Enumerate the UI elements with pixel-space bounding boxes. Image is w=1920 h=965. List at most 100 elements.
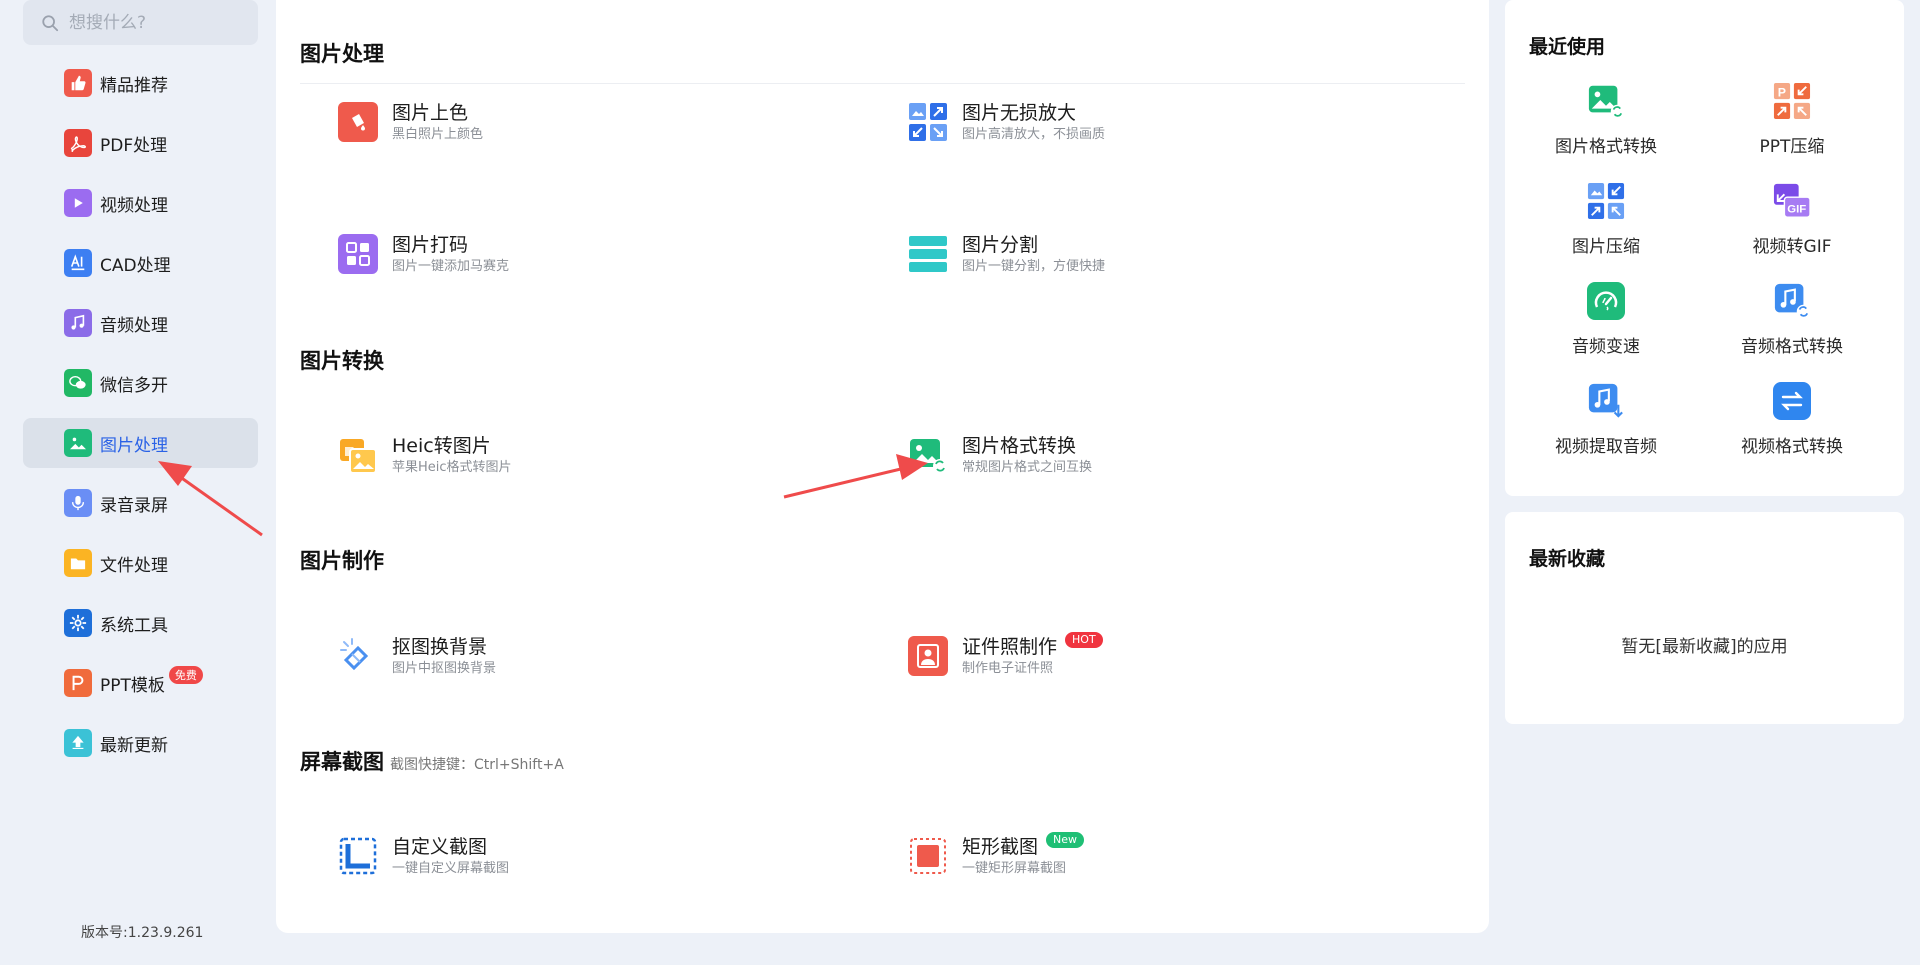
svg-text:P: P: [1778, 85, 1786, 99]
tool-desc: 一键矩形屏幕截图: [962, 861, 1067, 876]
tool-custom-screenshot[interactable]: 自定义截图 一键自定义屏幕截图: [338, 834, 509, 878]
music-note-icon: [64, 309, 92, 337]
sidebar: 精品推荐 PDF处理 视频处理 CAD处理 音频处理: [0, 0, 276, 965]
recent-item-video-format-convert[interactable]: 视频格式转换: [1699, 382, 1885, 457]
ppt-compress-icon: P: [1773, 82, 1811, 120]
sidebar-item-label: 图片处理: [100, 435, 168, 456]
sidebar-item-wechat[interactable]: 微信多开: [23, 358, 258, 408]
recent-item-label: 视频格式转换: [1741, 437, 1843, 457]
tool-image-colorize[interactable]: 图片上色 黑白照片上颜色: [338, 100, 483, 144]
recent-item-image-convert[interactable]: 图片格式转换: [1513, 82, 1699, 157]
pdf-icon: [64, 129, 92, 157]
recent-item-label: 音频变速: [1572, 337, 1640, 357]
sidebar-item-featured[interactable]: 精品推荐: [23, 58, 258, 108]
tool-name: 图片格式转换: [962, 435, 1077, 457]
gif-icon: GIF: [1773, 182, 1811, 220]
tool-desc: 图片高清放大，不损画质: [962, 127, 1106, 142]
recent-item-audio-speed[interactable]: 音频变速: [1513, 282, 1699, 357]
version-label: 版本号:1.23.9.261: [81, 925, 204, 941]
cutout-icon: [338, 636, 378, 676]
sidebar-item-image[interactable]: 图片处理: [23, 418, 258, 468]
split-rows-icon: [908, 234, 948, 274]
free-badge: 免费: [168, 666, 203, 684]
section-divider: [300, 83, 1465, 84]
hot-badge: HOT: [1065, 632, 1103, 648]
main-panel: 图片处理 图片上色 黑白照片上颜色 图片无损放大 图片高清放大，不损画质 图片打…: [276, 0, 1489, 933]
recent-item-ppt-compress[interactable]: P PPT压缩: [1699, 82, 1885, 157]
sidebar-item-updates[interactable]: 最新更新: [23, 718, 258, 768]
recent-item-label: 图片压缩: [1572, 237, 1640, 257]
extract-audio-icon: [1587, 382, 1625, 420]
sidebar-item-label: 音频处理: [100, 315, 168, 336]
recent-item-label: 视频提取音频: [1555, 437, 1657, 457]
image-convert-icon: [908, 435, 948, 475]
tool-desc: 苹果Heic格式转图片: [392, 460, 512, 475]
svg-text:GIF: GIF: [1787, 203, 1806, 215]
thumbs-up-icon: [64, 69, 92, 97]
recent-title: 最近使用: [1529, 36, 1606, 58]
sidebar-item-pdf[interactable]: PDF处理: [23, 118, 258, 168]
recent-item-label: 图片格式转换: [1555, 137, 1657, 157]
recent-item-video-to-gif[interactable]: GIF 视频转GIF: [1699, 182, 1885, 257]
tool-desc: 制作电子证件照: [962, 661, 1054, 676]
sidebar-nav: 精品推荐 PDF处理 视频处理 CAD处理 音频处理 微信多开 图片处理 录音录…: [23, 58, 258, 778]
recent-item-label: 视频转GIF: [1752, 237, 1832, 257]
tool-image-split[interactable]: 图片分割 图片一键分割，方便快捷: [908, 232, 1105, 276]
tool-name: 图片上色: [392, 102, 469, 124]
tool-name: 图片无损放大: [962, 102, 1077, 124]
swap-arrows-icon: [1773, 382, 1811, 420]
sidebar-item-label: 文件处理: [100, 555, 168, 576]
sidebar-item-label: 系统工具: [100, 615, 168, 636]
sidebar-item-video[interactable]: 视频处理: [23, 178, 258, 228]
tool-desc: 黑白照片上颜色: [392, 127, 484, 142]
tool-image-format-convert[interactable]: 图片格式转换 常规图片格式之间互换: [908, 433, 1092, 477]
recent-item-label: 音频格式转换: [1741, 337, 1843, 357]
favorites-empty-text: 暂无[最新收藏]的应用: [1621, 637, 1788, 657]
cad-icon: [64, 249, 92, 277]
tool-name: 图片分割: [962, 234, 1039, 256]
sidebar-item-cad[interactable]: CAD处理: [23, 238, 258, 288]
sidebar-item-label: 最新更新: [100, 735, 168, 756]
recent-item-image-compress[interactable]: 图片压缩: [1513, 182, 1699, 257]
sidebar-item-file[interactable]: 文件处理: [23, 538, 258, 588]
tool-rect-screenshot[interactable]: 矩形截图 New 一键矩形屏幕截图: [908, 832, 1085, 878]
tool-name: 自定义截图: [392, 836, 488, 858]
tool-id-photo[interactable]: 证件照制作 HOT 制作电子证件照: [908, 632, 1103, 678]
tool-name: Heic转图片: [392, 435, 491, 457]
tool-name: 证件照制作 HOT: [962, 632, 1103, 660]
sidebar-item-system[interactable]: 系统工具: [23, 598, 258, 648]
sidebar-item-ppt[interactable]: PPT模板 免费: [23, 658, 258, 708]
sidebar-item-label: 精品推荐: [100, 75, 168, 96]
tool-desc: 图片中抠图换背景: [392, 661, 497, 676]
section-title-image-processing: 图片处理: [300, 42, 384, 66]
recent-item-extract-audio[interactable]: 视频提取音频: [1513, 382, 1699, 457]
tool-desc: 图片一键添加马赛克: [392, 259, 510, 274]
recent-item-audio-format-convert[interactable]: 音频格式转换: [1699, 282, 1885, 357]
heic-image-icon: [338, 435, 378, 475]
play-icon: [64, 189, 92, 217]
tool-desc: 常规图片格式之间互换: [962, 460, 1093, 475]
search-box[interactable]: [23, 0, 258, 45]
id-photo-icon: [908, 636, 948, 676]
ppt-icon: [64, 669, 92, 697]
image-convert-icon: [1587, 82, 1625, 120]
favorites-panel: 最新收藏 暂无[最新收藏]的应用: [1505, 512, 1904, 724]
custom-crop-icon: [338, 836, 378, 876]
sidebar-item-label: CAD处理: [100, 255, 171, 276]
new-badge: New: [1046, 832, 1085, 848]
tool-image-upscale[interactable]: 图片无损放大 图片高清放大，不损画质: [908, 100, 1105, 144]
sidebar-item-audio[interactable]: 音频处理: [23, 298, 258, 348]
tool-desc: 图片一键分割，方便快捷: [962, 259, 1106, 274]
tool-name: 矩形截图 New: [962, 832, 1085, 860]
paint-bucket-icon: [338, 102, 378, 142]
upload-icon: [64, 729, 92, 757]
tool-image-mosaic[interactable]: 图片打码 图片一键添加马赛克: [338, 232, 509, 276]
search-icon: [42, 14, 59, 31]
mosaic-grid-icon: [338, 234, 378, 274]
tool-heic-convert[interactable]: Heic转图片 苹果Heic格式转图片: [338, 433, 512, 477]
sidebar-item-label: 视频处理: [100, 195, 168, 216]
tool-cutout-background[interactable]: 抠图换背景 图片中抠图换背景: [338, 634, 496, 678]
sidebar-item-label: 微信多开: [100, 375, 168, 396]
search-input[interactable]: [69, 12, 249, 33]
sidebar-item-record[interactable]: 录音录屏: [23, 478, 258, 528]
